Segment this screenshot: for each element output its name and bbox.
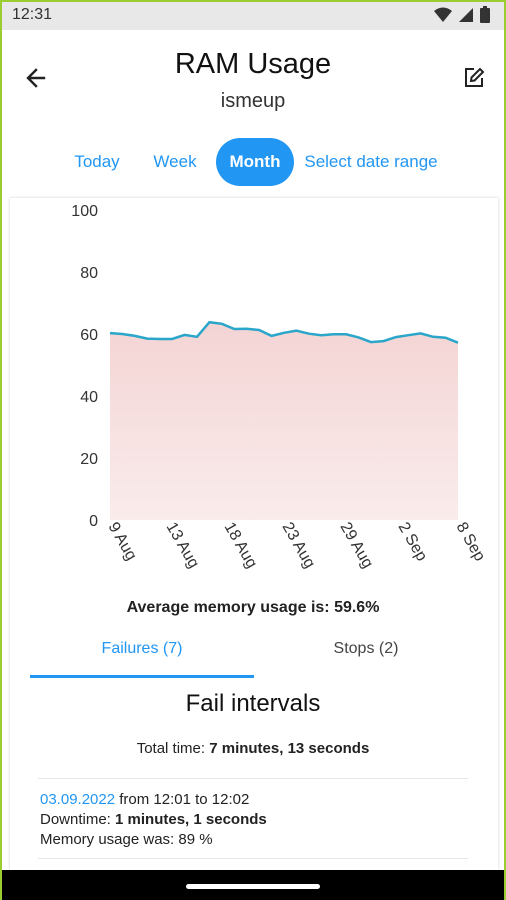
y-tick-label: 0 <box>89 513 98 530</box>
status-bar: 12:31 <box>0 0 506 30</box>
y-tick-label: 100 <box>71 203 98 220</box>
downtime-value: 1 minutes, 1 seconds <box>115 811 267 828</box>
average-usage-text: Average memory usage is: 59.6% <box>126 599 380 616</box>
list-item: 03.09.2022 from 12:01 to 12:02 Downtime:… <box>40 790 267 850</box>
x-tick-label: 23 Aug <box>279 520 319 572</box>
page-title: RAM Usage <box>174 48 332 80</box>
x-tick-label: 2 Sep <box>395 520 431 565</box>
divider <box>38 858 468 859</box>
divider <box>38 778 468 779</box>
edit-button[interactable] <box>462 66 488 92</box>
page-subtitle: ismeup <box>220 90 286 112</box>
x-tick-label: 9 Aug <box>105 520 140 564</box>
tab-select-date-range[interactable]: Select date range <box>300 138 442 186</box>
total-time-label: Total time: <box>136 740 206 757</box>
signal-icon <box>459 7 473 22</box>
period-tabs: Today Week Month Select date range <box>0 138 506 186</box>
app-header: RAM Usage ismeup Today Week Month Select… <box>0 30 506 200</box>
y-tick-label: 60 <box>80 327 98 344</box>
edit-icon <box>465 67 485 87</box>
x-tick-label: 13 Aug <box>163 520 203 572</box>
interval-time-range: from 12:01 to 12:02 <box>119 791 250 808</box>
downtime-label: Downtime: <box>40 811 111 828</box>
tab-week[interactable]: Week <box>140 138 210 186</box>
interval-date-link[interactable]: 03.09.2022 <box>40 791 115 808</box>
interval-downtime: Downtime: 1 minutes, 1 seconds <box>40 810 267 830</box>
fail-intervals-title: Fail intervals <box>185 690 321 717</box>
active-tab-indicator <box>30 675 254 678</box>
battery-icon <box>480 6 490 23</box>
interval-memory: Memory usage was: 89 % <box>40 831 213 848</box>
tab-stops[interactable]: Stops (2) <box>254 640 478 658</box>
home-gesture-handle[interactable] <box>186 884 320 889</box>
total-time-value: 7 minutes, 13 seconds <box>209 740 370 757</box>
tab-failures[interactable]: Failures (7) <box>30 640 254 658</box>
interval-date-line: 03.09.2022 from 12:01 to 12:02 <box>40 790 267 810</box>
x-tick-label: 29 Aug <box>337 520 377 572</box>
status-time: 12:31 <box>12 6 53 23</box>
tab-today[interactable]: Today <box>62 138 132 186</box>
status-icons <box>434 6 490 23</box>
total-time: Total time: 7 minutes, 13 seconds <box>0 740 506 757</box>
navigation-bar <box>0 870 506 900</box>
x-tick-label: 18 Aug <box>221 520 261 572</box>
y-tick-label: 20 <box>80 451 98 468</box>
wifi-icon <box>434 7 452 22</box>
x-tick-label: 8 Sep <box>453 520 489 565</box>
y-tick-label: 80 <box>80 265 98 282</box>
tab-month[interactable]: Month <box>216 138 294 186</box>
y-tick-label: 40 <box>80 389 98 406</box>
series-area <box>110 322 458 520</box>
ram-usage-chart: 0 20 40 60 80 100 9 Aug 13 Aug 18 Aug 23 Aug 29 Au… <box>71 203 489 572</box>
